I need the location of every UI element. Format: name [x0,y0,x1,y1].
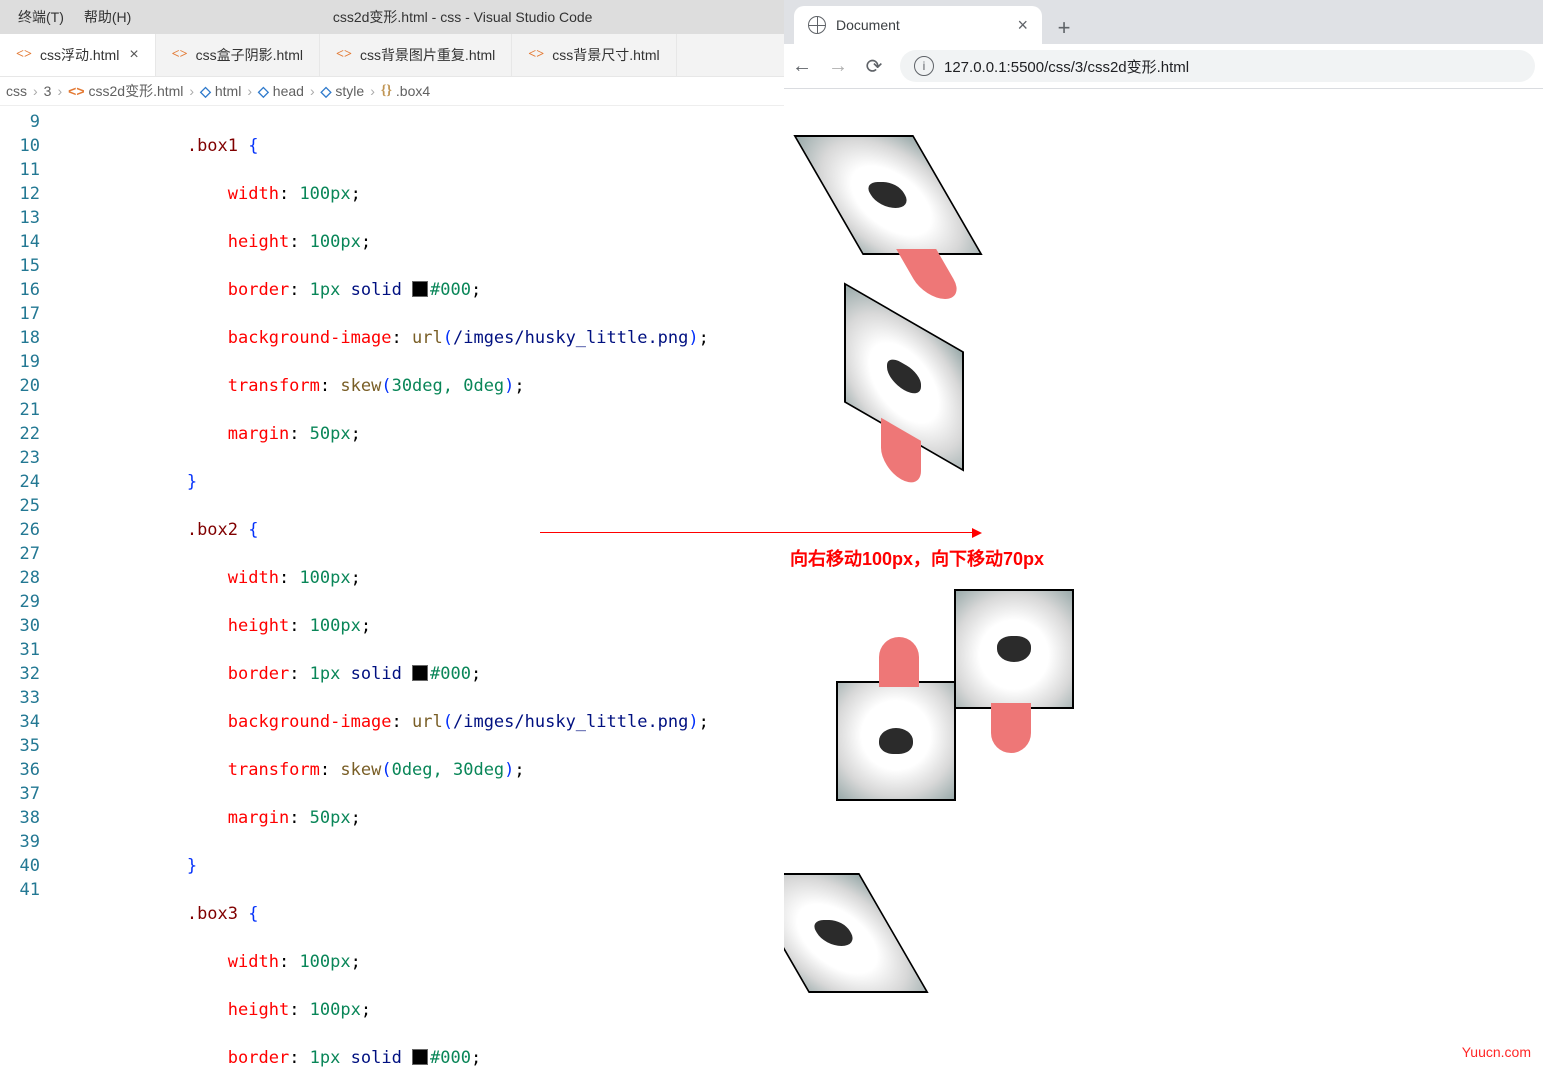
tab-css-float[interactable]: <> css浮动.html × [0,34,156,76]
symbol-icon: ◇ [258,83,269,100]
color-swatch[interactable] [412,665,428,681]
preview-box4-rotate [836,681,956,801]
browser-toolbar: ← → ⟳ i 127.0.0.1:5500/css/3/css2d变形.htm… [784,44,1543,89]
preview-box5 [784,873,929,993]
bc-file[interactable]: css2d变形.html [89,81,184,101]
code-area[interactable]: .box1 { width: 100px; height: 100px; bor… [64,106,784,1072]
new-tab-button[interactable]: + [1048,12,1080,44]
line-gutter: 9101112131415161718192021222324252627282… [0,106,64,1072]
html-file-icon: <> [68,83,84,99]
back-button[interactable]: ← [792,55,812,78]
html-file-icon: <> [336,47,352,63]
editor-tabs: <> css浮动.html × <> css盒子阴影.html <> css背景… [0,34,784,77]
bc-head[interactable]: head [273,83,304,99]
html-file-icon: <> [16,47,32,63]
preview-box1-skewx [793,135,982,255]
vscode-window: 终端(T) 帮助(H) css2d变形.html - css - Visual … [0,0,785,1072]
symbol-icon: ◇ [200,83,211,100]
tab-bg-repeat[interactable]: <> css背景图片重复.html [320,34,512,76]
address-bar[interactable]: i 127.0.0.1:5500/css/3/css2d变形.html [900,50,1535,82]
html-file-icon: <> [172,47,188,63]
tab-label: css背景图片重复.html [360,45,495,65]
bc-html[interactable]: html [215,83,241,99]
menu-help[interactable]: 帮助(H) [74,7,141,27]
watermark: Yuucn.com [1462,1044,1531,1060]
html-file-icon: <> [528,47,544,63]
info-icon[interactable]: i [914,56,934,76]
reload-button[interactable]: ⟳ [864,54,884,79]
titlebar: 终端(T) 帮助(H) css2d变形.html - css - Visual … [0,0,784,34]
menu-terminal[interactable]: 终端(T) [8,7,74,27]
close-icon[interactable]: × [129,46,138,64]
browser-window: Document × + ← → ⟳ i 127.0.0.1:5500/css/… [784,0,1543,1072]
browser-tab-title: Document [836,17,900,33]
breadcrumb[interactable]: css› 3› <>css2d变形.html› ◇html› ◇head› ◇s… [0,77,784,106]
color-swatch[interactable] [412,1049,428,1065]
symbol-icon: ◇ [321,83,332,100]
window-title: css2d变形.html - css - Visual Studio Code [141,7,784,27]
forward-button[interactable]: → [828,55,848,78]
code-editor[interactable]: 9101112131415161718192021222324252627282… [0,106,784,1072]
preview-box2-skewy [844,282,964,471]
bc-style[interactable]: style [335,83,364,99]
bc-box4[interactable]: .box4 [396,83,430,99]
url-text: 127.0.0.1:5500/css/3/css2d变形.html [944,56,1189,77]
browser-tab[interactable]: Document × [794,6,1042,44]
tab-label: css背景尺寸.html [552,45,659,65]
tab-box-shadow[interactable]: <> css盒子阴影.html [156,34,320,76]
browser-page [784,89,1543,1072]
globe-icon [808,16,826,34]
browser-tabs: Document × + [784,0,1543,44]
tab-bg-size[interactable]: <> css背景尺寸.html [512,34,676,76]
tab-label: css盒子阴影.html [196,45,303,65]
bc-3[interactable]: 3 [44,83,52,99]
preview-box3-translate [954,589,1074,709]
bc-css[interactable]: css [6,83,27,99]
annotation-text: 向右移动100px，向下移动70px [790,545,1044,571]
color-swatch[interactable] [412,281,428,297]
annotation-arrow [540,532,976,534]
tab-label: css浮动.html [40,45,119,65]
class-icon: {} [381,83,392,99]
close-icon[interactable]: × [1017,15,1028,36]
